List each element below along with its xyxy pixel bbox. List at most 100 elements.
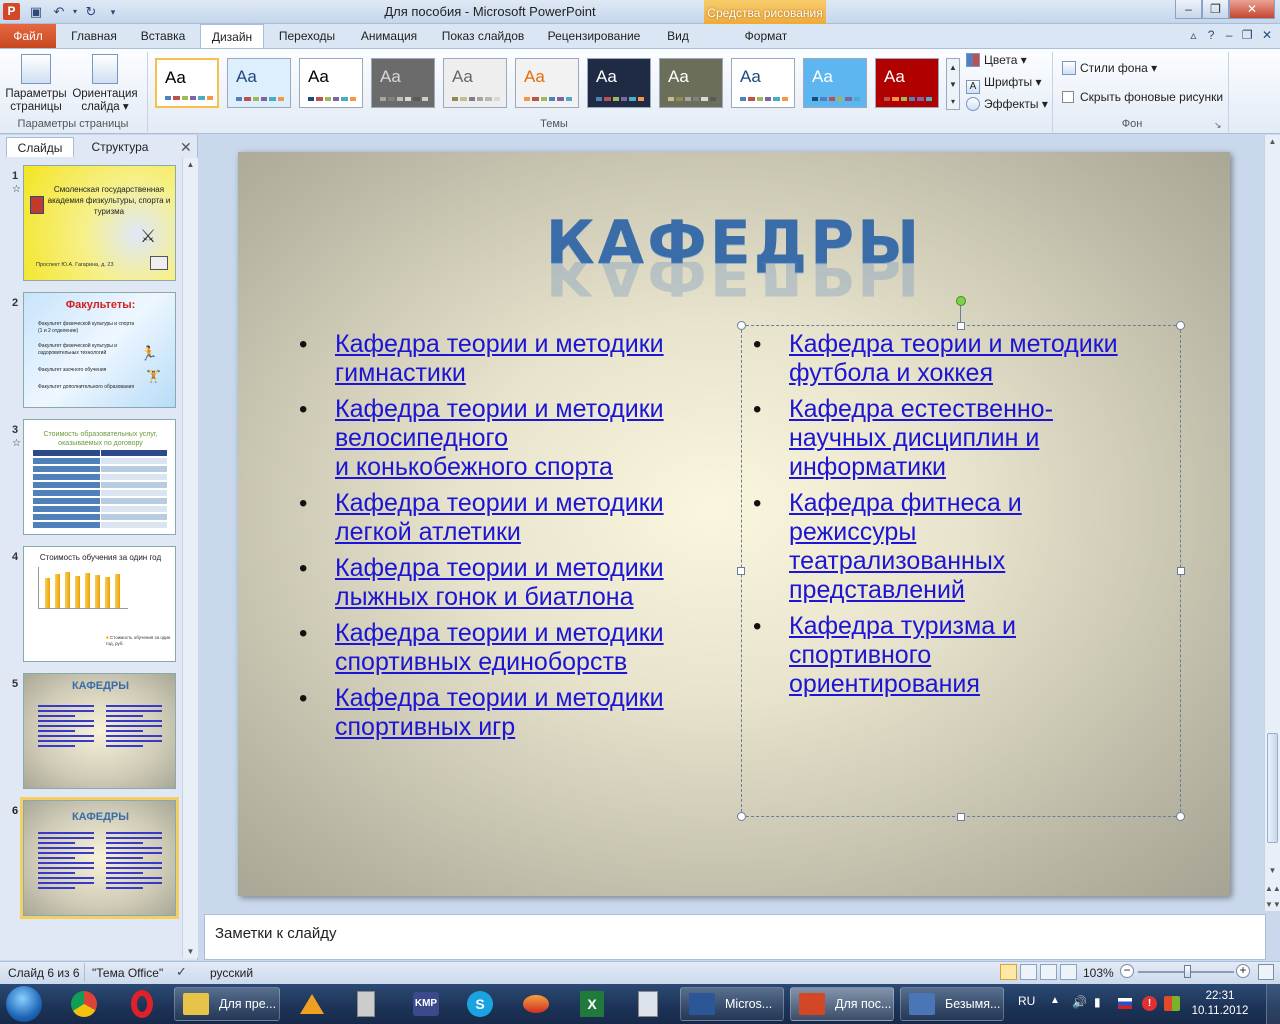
start-button[interactable]: [6, 986, 42, 1022]
aimp-icon[interactable]: [290, 988, 334, 1020]
speaker-app-icon[interactable]: [344, 988, 388, 1020]
taskbar-task-powerpoint[interactable]: Для пос...: [790, 987, 894, 1021]
calculator-icon[interactable]: [626, 988, 670, 1020]
minimize-button[interactable]: –: [1175, 0, 1202, 19]
slide-sorter-icon[interactable]: [1020, 964, 1037, 980]
department-link[interactable]: Кафедра теории и методики лыжных гонок и …: [335, 554, 664, 611]
theme-thumbnail-1[interactable]: Aa: [155, 58, 219, 108]
normal-view-icon[interactable]: [1000, 964, 1017, 980]
minimize-ribbon-icon[interactable]: ▵: [1190, 28, 1196, 42]
tab-view[interactable]: Вид: [656, 24, 700, 48]
scroll-down-icon[interactable]: ▼: [183, 947, 198, 956]
department-link[interactable]: Кафедра теории и методики легкой атлетики: [335, 489, 664, 546]
previous-slide-icon[interactable]: ▲▲: [1265, 884, 1280, 893]
input-language[interactable]: RU: [1018, 994, 1035, 1008]
background-styles-button[interactable]: Стили фона ▾: [1062, 58, 1157, 78]
zoom-out-icon[interactable]: −: [1120, 964, 1134, 978]
theme-thumbnail-5[interactable]: Aa: [443, 58, 507, 108]
slide-thumbnail-6[interactable]: КАФЕДРЫ: [20, 797, 179, 919]
resize-handle-ne[interactable]: [1176, 321, 1185, 330]
theme-thumbnail-6[interactable]: Aa: [515, 58, 579, 108]
resize-handle-e[interactable]: [1177, 567, 1185, 575]
tray-expand-icon[interactable]: ▲: [1050, 995, 1060, 1006]
theme-effects-button[interactable]: Эффекты ▾: [966, 94, 1048, 114]
tab-transitions[interactable]: Переходы: [268, 24, 346, 48]
cd-burner-icon[interactable]: [514, 988, 558, 1020]
tab-design[interactable]: Дизайн: [200, 24, 264, 48]
more-icon[interactable]: ▾: [947, 93, 959, 110]
tab-review[interactable]: Рецензирование: [538, 24, 650, 48]
customize-qat-icon[interactable]: ▾: [104, 3, 122, 21]
taskbar-task-word[interactable]: Micros...: [680, 987, 784, 1021]
theme-thumbnail-2[interactable]: Aa: [227, 58, 291, 108]
theme-thumbnail-7[interactable]: Aa: [587, 58, 651, 108]
redo-icon[interactable]: ↻: [82, 3, 100, 21]
russian-flag-icon[interactable]: [1118, 998, 1132, 1009]
alert-icon[interactable]: !: [1142, 996, 1157, 1011]
window-minimize-icon[interactable]: –: [1226, 28, 1233, 42]
show-desktop-button[interactable]: [1266, 984, 1280, 1024]
resize-handle-sw[interactable]: [737, 812, 746, 821]
close-button[interactable]: ✕: [1229, 0, 1275, 19]
slide-thumbnail-5[interactable]: КАФЕДРЫ: [23, 673, 176, 789]
help-icon[interactable]: ?: [1208, 28, 1215, 42]
hide-background-graphics[interactable]: Скрыть фоновые рисунки: [1062, 87, 1223, 107]
theme-thumbnail-11[interactable]: Aa: [875, 58, 939, 108]
scroll-up-icon[interactable]: ▲: [183, 160, 198, 169]
selection-frame[interactable]: [741, 325, 1181, 817]
resize-handle-n[interactable]: [957, 322, 965, 330]
tab-outline[interactable]: Структура: [80, 137, 160, 157]
system-clock[interactable]: 22:31 10.11.2012: [1190, 989, 1250, 1019]
reading-view-icon[interactable]: [1040, 964, 1057, 980]
fit-to-window-icon[interactable]: [1258, 964, 1274, 980]
excel-icon[interactable]: X: [570, 988, 614, 1020]
zoom-level[interactable]: 103%: [1083, 966, 1114, 980]
language-indicator[interactable]: русский: [210, 966, 253, 980]
close-pane-icon[interactable]: ✕: [180, 139, 192, 156]
theme-colors-button[interactable]: Цвета ▾: [966, 50, 1027, 70]
tab-slides[interactable]: Слайды: [6, 137, 74, 157]
kmplayer-icon[interactable]: KMP: [404, 988, 448, 1020]
hide-background-checkbox[interactable]: [1062, 91, 1074, 103]
zoom-in-icon[interactable]: +: [1236, 964, 1250, 978]
slide-thumbnail-4[interactable]: Стоимость обучения за один год ■ Стоимос…: [23, 546, 176, 662]
next-slide-icon[interactable]: ▼▼: [1265, 900, 1280, 909]
scroll-thumb[interactable]: [1267, 733, 1278, 843]
chrome-icon[interactable]: [62, 988, 106, 1020]
department-link[interactable]: Кафедра теории и методики спортивных игр: [335, 684, 664, 741]
office-tray-icon[interactable]: [1164, 996, 1180, 1011]
tab-animation[interactable]: Анимация: [350, 24, 428, 48]
opera-icon[interactable]: [120, 988, 164, 1020]
network-icon[interactable]: ▮: [1094, 995, 1101, 1009]
skype-icon[interactable]: S: [458, 988, 502, 1020]
slide-thumbnail-2[interactable]: Факультеты: Факультет физической культур…: [23, 292, 176, 408]
window-close-icon[interactable]: ✕: [1262, 28, 1272, 42]
volume-icon[interactable]: 🔊: [1072, 995, 1087, 1009]
theme-thumbnail-3[interactable]: Aa: [299, 58, 363, 108]
slide-area-scrollbar[interactable]: ▲ ▼ ▲▲ ▼▼: [1264, 135, 1280, 911]
scroll-up-icon[interactable]: ▲: [1265, 137, 1280, 146]
resize-handle-w[interactable]: [737, 567, 745, 575]
slide-orientation-button[interactable]: Ориентация слайда ▾: [70, 54, 140, 114]
save-icon[interactable]: ▣: [27, 3, 45, 21]
theme-thumbnail-8[interactable]: Aa: [659, 58, 723, 108]
taskbar-task-paint[interactable]: Безымя...: [900, 987, 1004, 1021]
slides-pane-scrollbar[interactable]: ▲ ▼: [182, 158, 198, 958]
tab-insert[interactable]: Вставка: [130, 24, 196, 48]
powerpoint-app-icon[interactable]: P: [3, 3, 20, 20]
slide-thumbnail-1[interactable]: Смоленская государственная академия физк…: [23, 165, 176, 281]
department-link[interactable]: Кафедра теории и методики велосипедного и …: [335, 395, 664, 481]
zoom-slider-thumb[interactable]: [1183, 965, 1191, 978]
tab-file[interactable]: Файл: [0, 24, 56, 48]
dialog-launcher-icon[interactable]: ↘: [1214, 120, 1222, 131]
department-link[interactable]: Кафедра теории и методики гимнастики: [335, 330, 664, 387]
content-placeholder-left[interactable]: Кафедра теории и методикигимнастики Кафед…: [299, 330, 715, 749]
theme-thumbnail-4[interactable]: Aa: [371, 58, 435, 108]
resize-handle-s[interactable]: [957, 813, 965, 821]
spell-check-icon[interactable]: ✓: [176, 964, 187, 980]
taskbar-task-folder[interactable]: Для пре...: [174, 987, 280, 1021]
resize-handle-nw[interactable]: [737, 321, 746, 330]
rotation-handle[interactable]: [956, 296, 966, 306]
tab-format[interactable]: Формат: [724, 24, 808, 48]
scroll-down-icon[interactable]: ▼: [1265, 866, 1280, 875]
